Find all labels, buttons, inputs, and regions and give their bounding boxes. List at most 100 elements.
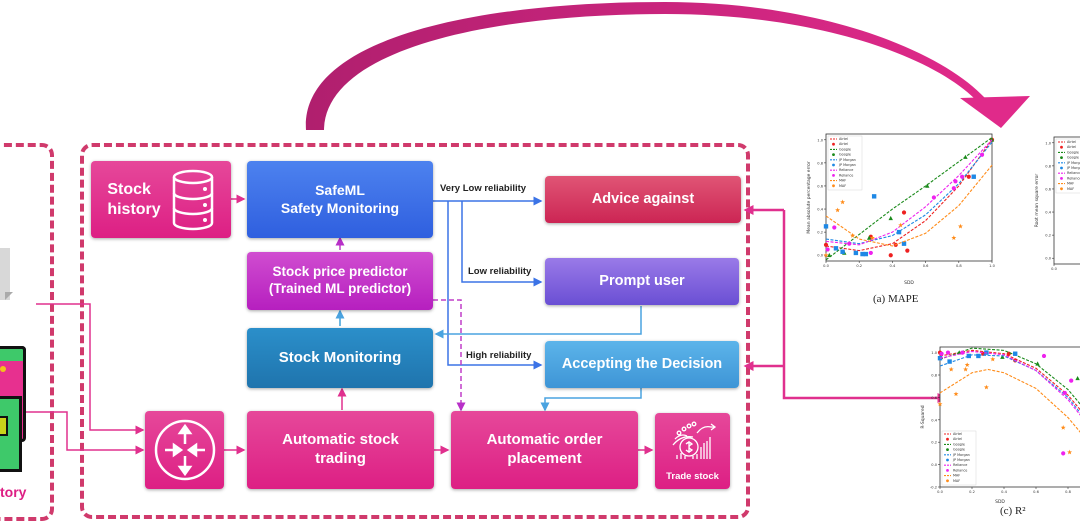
chart-1-xtick-label: 0.4: [1001, 490, 1007, 494]
chart-2-ylabel: Root mean square error: [1034, 174, 1040, 228]
chart-0-xtick-label: 0.0: [823, 264, 829, 268]
legend-entry: Google: [839, 147, 851, 151]
legend-entry: JP Morgan: [1066, 161, 1080, 165]
chart-0-xtick-label: 0.4: [890, 264, 896, 268]
chart-1-ytick-label: 0.6: [931, 396, 937, 400]
data-point-jp-morgan: [823, 224, 829, 229]
legend-marker-swatch: [946, 437, 949, 441]
legend-marker-swatch: [1060, 145, 1063, 149]
data-point-jp-morgan: [833, 246, 839, 251]
legend-entry: Airtel: [953, 432, 962, 436]
legend-marker-swatch: [1060, 156, 1063, 160]
legend-entry: MAF: [839, 179, 846, 183]
data-point-reliance: [960, 174, 965, 179]
legend-entry: Google: [1067, 156, 1079, 160]
data-point-reliance: [945, 350, 951, 355]
chart-1-ytick-label: 1.0: [931, 351, 937, 355]
data-point-reliance: [1061, 451, 1066, 456]
chart-0-xtick-label: 0.2: [856, 264, 862, 268]
chart-0-ytick-label: 0.0: [817, 254, 823, 258]
chart-2-ytick-label: 0.8: [1045, 164, 1051, 168]
chart-0-xtick-label: 0.6: [923, 264, 929, 268]
data-point-jp-morgan: [976, 353, 981, 359]
legend-entry: JP Morgan: [838, 163, 856, 167]
legend-marker-swatch: [946, 469, 949, 472]
data-point-reliance: [1069, 378, 1074, 383]
data-point-jp-morgan: [840, 249, 845, 254]
data-point-jp-morgan: [896, 229, 902, 235]
data-point-reliance: [825, 247, 830, 252]
legend-entry: MAF: [953, 479, 960, 483]
legend-entry: Reliance: [1067, 176, 1080, 180]
legend-entry: Reliance: [953, 463, 967, 467]
legend-marker-swatch: [946, 479, 949, 483]
legend-marker-swatch: [946, 448, 949, 451]
chart-2-ytick-label: 0.2: [1045, 234, 1051, 238]
legend-entry: Google: [1067, 150, 1079, 154]
data-point-reliance: [1062, 390, 1067, 396]
data-point-reliance: [953, 179, 958, 184]
chart-0-ylabel: Mean absolute percentage error: [806, 161, 812, 234]
chart-1-ytick-label: 0.0: [931, 463, 937, 467]
legend-entry: Airtel: [953, 437, 962, 441]
data-point-reliance: [939, 351, 944, 356]
chart-2-ytick-label: 0.6: [1045, 187, 1051, 191]
data-point-jp-morgan: [966, 353, 971, 359]
legend-entry: JP Morgan: [1066, 166, 1080, 170]
legend-entry: JP Morgan: [952, 453, 970, 457]
data-point-reliance: [868, 250, 873, 256]
data-point-jp-morgan: [871, 194, 877, 199]
legend-entry: MAF: [953, 474, 960, 478]
legend-entry: JP Morgan: [952, 458, 970, 462]
charts-area: 0.0 0.2 0.4 0.6 0.8 1.0 0.0 0.2 0.4 0.6 0.8 1.0 SDD M…: [806, 133, 1080, 505]
data-point-reliance: [832, 225, 837, 230]
chart-1-ytick-label: 0.8: [931, 374, 937, 378]
legend-entry: Google: [953, 448, 965, 452]
legend-entry: MAF: [839, 184, 846, 188]
chart-2-ytick-label: 0.0: [1045, 257, 1051, 261]
legend-entry: MAF: [1067, 182, 1074, 186]
legend-entry: Airtel: [1067, 140, 1076, 144]
data-point-jp-morgan: [947, 359, 952, 364]
legend-entry: Reliance: [839, 168, 853, 172]
data-point-reliance: [931, 195, 937, 200]
legend-entry: JP Morgan: [838, 158, 856, 162]
data-point-reliance: [979, 152, 985, 157]
chart-0-xtick-label: 1.0: [989, 264, 995, 268]
data-point-airtel: [905, 248, 910, 253]
legend-marker-swatch: [832, 142, 835, 146]
data-point-airtel: [966, 174, 971, 179]
legend-entry: Airtel: [839, 142, 848, 146]
data-point-jp-morgan: [863, 251, 869, 257]
data-point-airtel: [888, 253, 893, 258]
chart-1-xtick-label: 0.8: [1065, 490, 1071, 494]
chart-1-ylabel: R-Squared: [920, 405, 926, 428]
chart-1-ytick-label: -0.2: [930, 486, 937, 490]
legend-marker-swatch: [1060, 177, 1063, 180]
legend-entry: Google: [953, 442, 965, 446]
chart-a-caption: (a) MAPE: [873, 293, 919, 305]
data-point-airtel: [901, 210, 907, 215]
chart-1-ytick-label: 0.4: [931, 418, 937, 422]
chart-0-xtick-label: 0.8: [956, 264, 962, 268]
chart-0-ytick-label: 0.6: [817, 184, 823, 188]
legend-entry: Airtel: [839, 137, 848, 141]
data-point-jp-morgan: [1013, 351, 1018, 356]
chart-1-xtick-label: 0.0: [937, 490, 943, 494]
legend-marker-swatch: [1060, 166, 1063, 170]
chart-2-ytick-label: 1.0: [1045, 141, 1051, 145]
legend-entry: Reliance: [953, 468, 967, 472]
data-point-jp-morgan: [901, 241, 907, 246]
chart-1-xtick-label: 0.2: [969, 490, 975, 494]
legend-marker-swatch: [946, 458, 949, 462]
chart-0-ytick-label: 1.0: [817, 138, 823, 142]
chart-0-ytick-label: 0.8: [817, 161, 823, 165]
legend-entry: Reliance: [1067, 171, 1080, 175]
legend-entry: Google: [839, 153, 851, 157]
legend-marker-swatch: [1060, 187, 1063, 191]
chart-1-xtick-label: 0.6: [1033, 490, 1039, 494]
legend-entry: Airtel: [1067, 145, 1076, 149]
data-point-airtel: [823, 242, 829, 247]
chart-2-xtick-label: 0.0: [1051, 267, 1057, 271]
data-point-jp-morgan: [853, 250, 859, 256]
